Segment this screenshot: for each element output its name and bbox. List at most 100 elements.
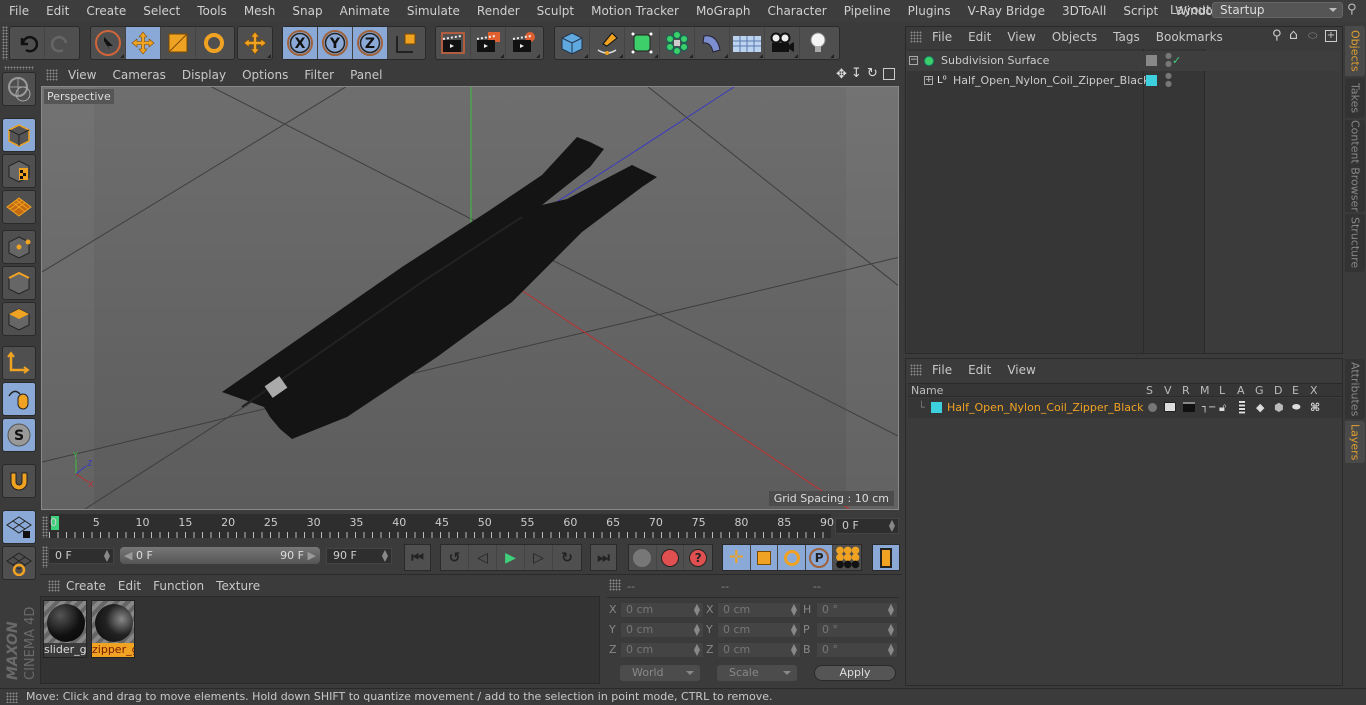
apply-button[interactable]: Apply: [814, 665, 896, 681]
edges-mode-button[interactable]: [2, 266, 36, 300]
rot-p-field[interactable]: 0 ° ▲ ▼: [816, 622, 898, 638]
timeline-grip[interactable]: [42, 516, 48, 538]
range-right-arrow-icon[interactable]: ▶: [308, 547, 316, 564]
spinner-icon[interactable]: ▲ ▼: [888, 603, 894, 617]
move-tool-button[interactable]: [126, 27, 161, 59]
generator-icon[interactable]: ◆: [1256, 398, 1264, 418]
new-view-icon[interactable]: +: [1325, 30, 1337, 42]
viewport-grip[interactable]: [46, 69, 58, 81]
menu-select[interactable]: Select: [134, 0, 188, 22]
key-scale-button[interactable]: [750, 545, 779, 570]
layers-menu-file[interactable]: File: [924, 363, 960, 377]
rotate-view-icon[interactable]: ↻: [867, 66, 878, 81]
material-menu-create[interactable]: Create: [60, 579, 112, 593]
snap-button[interactable]: S: [2, 418, 36, 452]
transform-mode-dropdown[interactable]: Scale: [717, 665, 797, 681]
object-name[interactable]: Subdivision Surface: [941, 51, 1049, 71]
layer-tag-icon[interactable]: [1146, 55, 1157, 66]
clapper-icon[interactable]: [1183, 402, 1195, 412]
spinner-icon[interactable]: ▲ ▼: [694, 623, 700, 637]
scale-tool-button[interactable]: [161, 27, 196, 59]
key-position-button[interactable]: ✛: [723, 545, 751, 570]
viewport-menu-panel[interactable]: Panel: [342, 64, 390, 86]
camera-button[interactable]: [765, 27, 800, 59]
tab-takes[interactable]: Takes: [1345, 78, 1365, 118]
size-y-field[interactable]: 0 cm ▲ ▼: [717, 622, 801, 638]
tab-attributes[interactable]: Attributes: [1345, 359, 1365, 419]
make-editable-button[interactable]: [2, 72, 36, 106]
frame-range-slider[interactable]: ◀ 0 F 90 F ▶: [120, 547, 320, 564]
z-axis-lock-button[interactable]: Z: [353, 27, 388, 59]
axis-mode-button[interactable]: [2, 346, 36, 380]
end-frame-field[interactable]: 90 F ▲ ▼: [326, 548, 392, 564]
coords-grip[interactable]: [609, 579, 621, 591]
visibility-dots[interactable]: ● ●: [1165, 52, 1172, 68]
column-locked[interactable]: L: [1219, 384, 1225, 397]
render-view-button[interactable]: [436, 27, 471, 59]
pan-view-icon[interactable]: ✥: [836, 67, 847, 82]
path-icon[interactable]: ⬭: [1308, 29, 1317, 43]
workplane-mode-button[interactable]: [2, 190, 36, 224]
menu-animate[interactable]: Animate: [331, 0, 398, 22]
menu-pipeline[interactable]: Pipeline: [835, 0, 899, 22]
floor-button[interactable]: [730, 27, 765, 59]
size-z-field[interactable]: 0 cm ▲ ▼: [717, 642, 801, 658]
spinner-icon[interactable]: ▲ ▼: [889, 519, 895, 533]
menu-motion-tracker[interactable]: Motion Tracker: [582, 0, 687, 22]
column-expressions[interactable]: E: [1292, 384, 1299, 397]
render-picture-viewer-button[interactable]: [471, 27, 506, 59]
column-solo[interactable]: S: [1146, 384, 1153, 397]
x-axis-lock-button[interactable]: X: [283, 27, 318, 59]
deformer-button[interactable]: [695, 27, 730, 59]
cloner-button[interactable]: [660, 27, 695, 59]
menu-character[interactable]: Character: [758, 0, 834, 22]
column-view[interactable]: V: [1164, 384, 1172, 397]
menu-script[interactable]: Script: [1114, 0, 1166, 22]
viewport-menu-filter[interactable]: Filter: [296, 64, 342, 86]
unlock-icon[interactable]: 🔓︎: [1219, 398, 1226, 418]
spinner-icon[interactable]: ▲ ▼: [791, 603, 797, 617]
timeline-window-button[interactable]: [873, 545, 899, 570]
tweak-mode-button[interactable]: [2, 382, 36, 416]
tab-objects[interactable]: Objects: [1345, 26, 1365, 76]
viewport-menu-options[interactable]: Options: [234, 64, 296, 86]
layer-row[interactable]: └ Half_Open_Nylon_Coil_Zipper_Black ┐− 🔓…: [908, 398, 1342, 418]
deformer-icon[interactable]: ⬢: [1274, 398, 1284, 418]
home-icon[interactable]: ⌂: [1289, 27, 1298, 43]
y-axis-lock-button[interactable]: Y: [318, 27, 353, 59]
viewport-menu-view[interactable]: View: [60, 64, 104, 86]
objects-menu-objects[interactable]: Objects: [1044, 30, 1105, 44]
column-deformers[interactable]: D: [1274, 384, 1282, 397]
spinner-icon[interactable]: ▲ ▼: [888, 643, 894, 657]
tab-layers[interactable]: Layers: [1345, 421, 1365, 463]
toggle-view-icon[interactable]: [883, 68, 895, 80]
column-name[interactable]: Name: [911, 384, 943, 397]
object-row-subdivision[interactable]: − Subdivision Surface ● ● ✓: [906, 51, 1340, 71]
menu-vray-bridge[interactable]: V-Ray Bridge: [959, 0, 1053, 22]
start-frame-field[interactable]: 0 F ▲ ▼: [48, 548, 114, 564]
menu-create[interactable]: Create: [77, 0, 134, 22]
spinner-icon[interactable]: ▲ ▼: [791, 643, 797, 657]
menu-edit[interactable]: Edit: [37, 0, 77, 22]
render-settings-button[interactable]: [506, 27, 541, 59]
search-icon[interactable]: ⚲: [1272, 28, 1282, 43]
rot-h-field[interactable]: 0 ° ▲ ▼: [816, 602, 898, 618]
current-frame-field[interactable]: 0 F ▲ ▼: [835, 518, 899, 534]
rot-b-field[interactable]: 0 ° ▲ ▼: [816, 642, 898, 658]
model-mode-button[interactable]: [2, 118, 36, 152]
menu-render[interactable]: Render: [468, 0, 528, 22]
undo-button[interactable]: [10, 27, 45, 59]
objects-menu-file[interactable]: File: [924, 30, 960, 44]
tab-structure[interactable]: Structure: [1345, 214, 1365, 272]
key-rotation-button[interactable]: [778, 545, 806, 570]
pos-z-field[interactable]: 0 cm ▲ ▼: [620, 642, 704, 658]
timeline-ruler[interactable]: 0 5 10 15 20 25 30 35 40 45 50 55 60 65 70 75 80 85 90: [49, 514, 834, 538]
spinner-icon[interactable]: ▲ ▼: [888, 623, 894, 637]
rotate-tool-button[interactable]: [196, 27, 231, 59]
layer-color-swatch[interactable]: [931, 402, 942, 413]
menu-3dtoall[interactable]: 3DToAll: [1053, 0, 1114, 22]
expand-icon[interactable]: +: [924, 76, 933, 85]
column-manager[interactable]: M: [1200, 384, 1210, 397]
expression-icon[interactable]: ⬬: [1292, 398, 1301, 418]
menu-simulate[interactable]: Simulate: [398, 0, 468, 22]
